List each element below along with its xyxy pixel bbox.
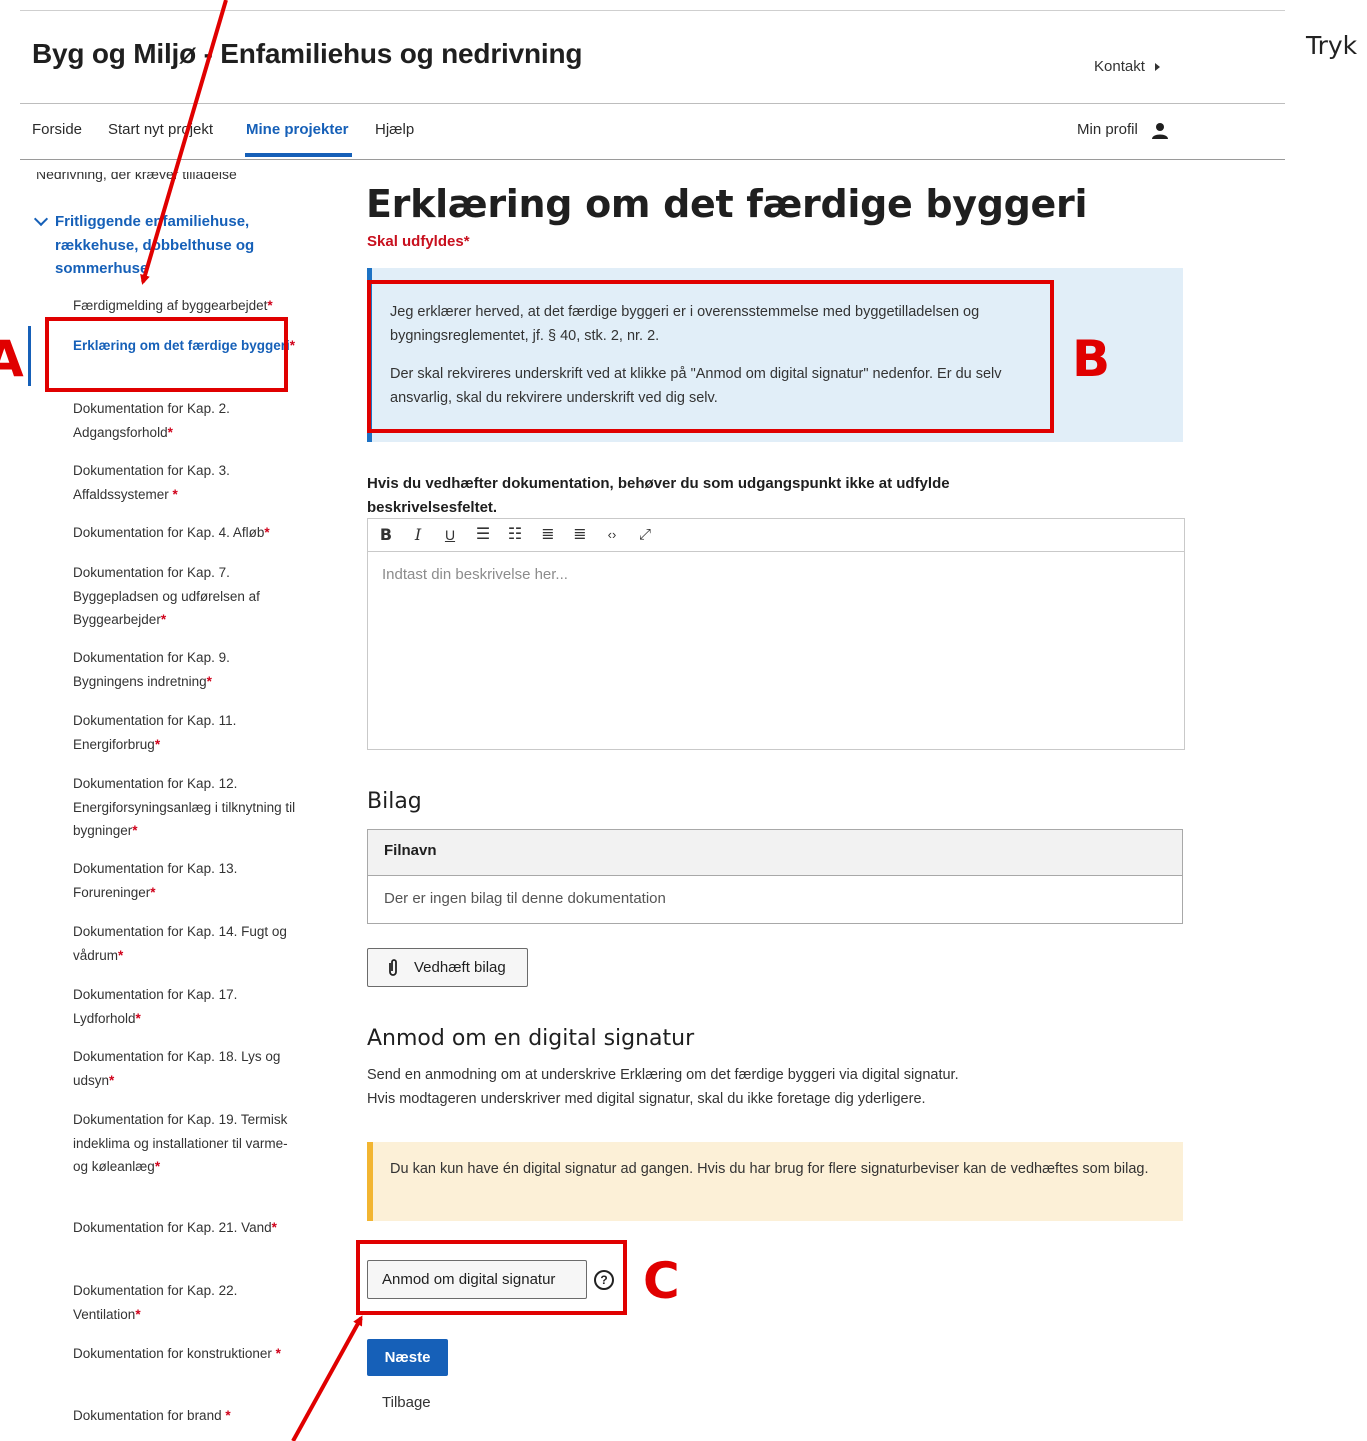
sidebar-item[interactable]: Dokumentation for Kap. 7. Byggepladsen o… [73,561,298,632]
sidebar-item[interactable]: Dokumentation for Kap. 13. Forureninger* [73,857,298,904]
annotation-label-b: B [1072,330,1111,388]
nav-hjaelp[interactable]: Hjælp [375,121,414,138]
clipped-side-text: Tryk [1306,31,1358,60]
attachments-empty-text: Der er ingen bilag til denne dokumentati… [384,890,666,907]
back-link[interactable]: Tilbage [382,1394,431,1411]
editor-toolbar: B I U ☰ ☷ ≣ ≣ ‹› ⤢ [368,519,1184,552]
attachments-table-header [368,830,1182,876]
sidebar-item[interactable]: Dokumentation for Kap. 12. Energiforsyni… [73,772,298,843]
description-label: Hvis du vedhæfter dokumentation, behøver… [367,475,950,516]
signature-description: Send en anmodning om at underskrive Erkl… [367,1067,959,1107]
nav-mine-projekter[interactable]: Mine projekter [246,121,349,138]
sidebar-parent-group[interactable]: Fritliggende enfamiliehuse, rækkehuse, d… [33,210,286,281]
numbered-list-icon[interactable]: ☷ [504,524,526,546]
contact-link[interactable]: Kontakt [1094,58,1160,75]
editor-input[interactable]: Indtast din beskrivelse her... [382,566,568,583]
sidebar-clipped-item[interactable]: Nedrivning, der kræver tilladelse [36,172,296,186]
nav-active-indicator [245,153,352,157]
top-divider [20,10,1285,11]
chevron-down-icon [33,211,49,227]
signature-warning-text: Du kan kun have én digital signatur ad g… [390,1161,1149,1177]
sidebar-item[interactable]: Dokumentation for Kap. 22. Ventilation* [73,1279,298,1326]
sidebar-item[interactable]: Dokumentation for konstruktioner * [73,1342,298,1366]
signature-warning-box [367,1142,1183,1221]
sidebar-item[interactable]: Dokumentation for Kap. 17. Lydforhold* [73,983,298,1030]
sidebar-item[interactable]: Dokumentation for brand * [73,1404,298,1428]
header-divider [20,103,1285,104]
caret-right-icon [1154,63,1160,72]
contact-label: Kontakt [1094,58,1145,75]
sidebar-parent-label: Fritliggende enfamiliehuse, rækkehuse, d… [55,213,255,277]
italic-icon[interactable]: I [407,524,429,546]
sidebar-item[interactable]: Færdigmelding af byggearbejdet* [73,294,298,318]
indent-icon[interactable]: ≣ [537,524,559,546]
annotation-label-c: C [643,1252,680,1310]
app-title: Byg og Miljø - Enfamiliehus og nedrivnin… [32,38,583,69]
underline-icon[interactable]: U [439,524,461,546]
paperclip-icon [389,959,397,976]
next-button[interactable]: Næste [367,1339,448,1376]
outdent-icon[interactable]: ≣ [569,524,591,546]
nav-start-nyt-projekt[interactable]: Start nyt projekt [108,121,213,138]
sidebar-item[interactable]: Dokumentation for Kap. 14. Fugt og vådru… [73,920,298,967]
bold-icon[interactable]: B [375,524,397,546]
sidebar-item[interactable]: Dokumentation for Kap. 11. Energiforbrug… [73,709,298,756]
attach-button-label: Vedhæft bilag [414,959,506,976]
sidebar-item[interactable]: Dokumentation for Kap. 9. Bygningens ind… [73,646,298,693]
signature-heading: Anmod om en digital signatur [367,1026,695,1051]
nav-forside[interactable]: Forside [32,121,82,138]
annotation-box-c [356,1240,627,1315]
person-icon [1152,123,1168,139]
sidebar-item[interactable]: Dokumentation for Kap. 3. Affaldssysteme… [73,459,298,506]
sidebar-active-indicator [28,326,31,386]
sidebar-item[interactable]: Dokumentation for Kap. 21. Vand* [73,1216,298,1240]
rich-text-editor [367,518,1185,750]
arrow-to-c [291,1315,363,1441]
bilag-heading: Bilag [367,789,422,814]
attach-button[interactable]: Vedhæft bilag [367,948,528,987]
fullscreen-icon[interactable]: ⤢ [634,524,656,546]
nav-divider [20,159,1285,160]
sidebar-item[interactable]: Dokumentation for Kap. 19. Termisk indek… [73,1108,298,1179]
profile-link[interactable]: Min profil [1077,121,1138,138]
sidebar-item[interactable]: Dokumentation for Kap. 18. Lys og udsyn* [73,1045,298,1092]
annotation-box-a [45,317,288,392]
filename-column-header: Filnavn [384,842,437,859]
sidebar-item[interactable]: Dokumentation for Kap. 4. Afløb* [73,521,298,545]
page-title: Erklæring om det færdige byggeri [366,182,1088,226]
annotation-label-a: A [0,330,24,388]
annotation-box-b [367,280,1054,433]
sidebar-item[interactable]: Dokumentation for Kap. 2. Adgangsforhold… [73,397,298,444]
code-icon[interactable]: ‹› [601,524,623,546]
required-notice: Skal udfyldes* [367,233,470,250]
bullet-list-icon[interactable]: ☰ [472,524,494,546]
